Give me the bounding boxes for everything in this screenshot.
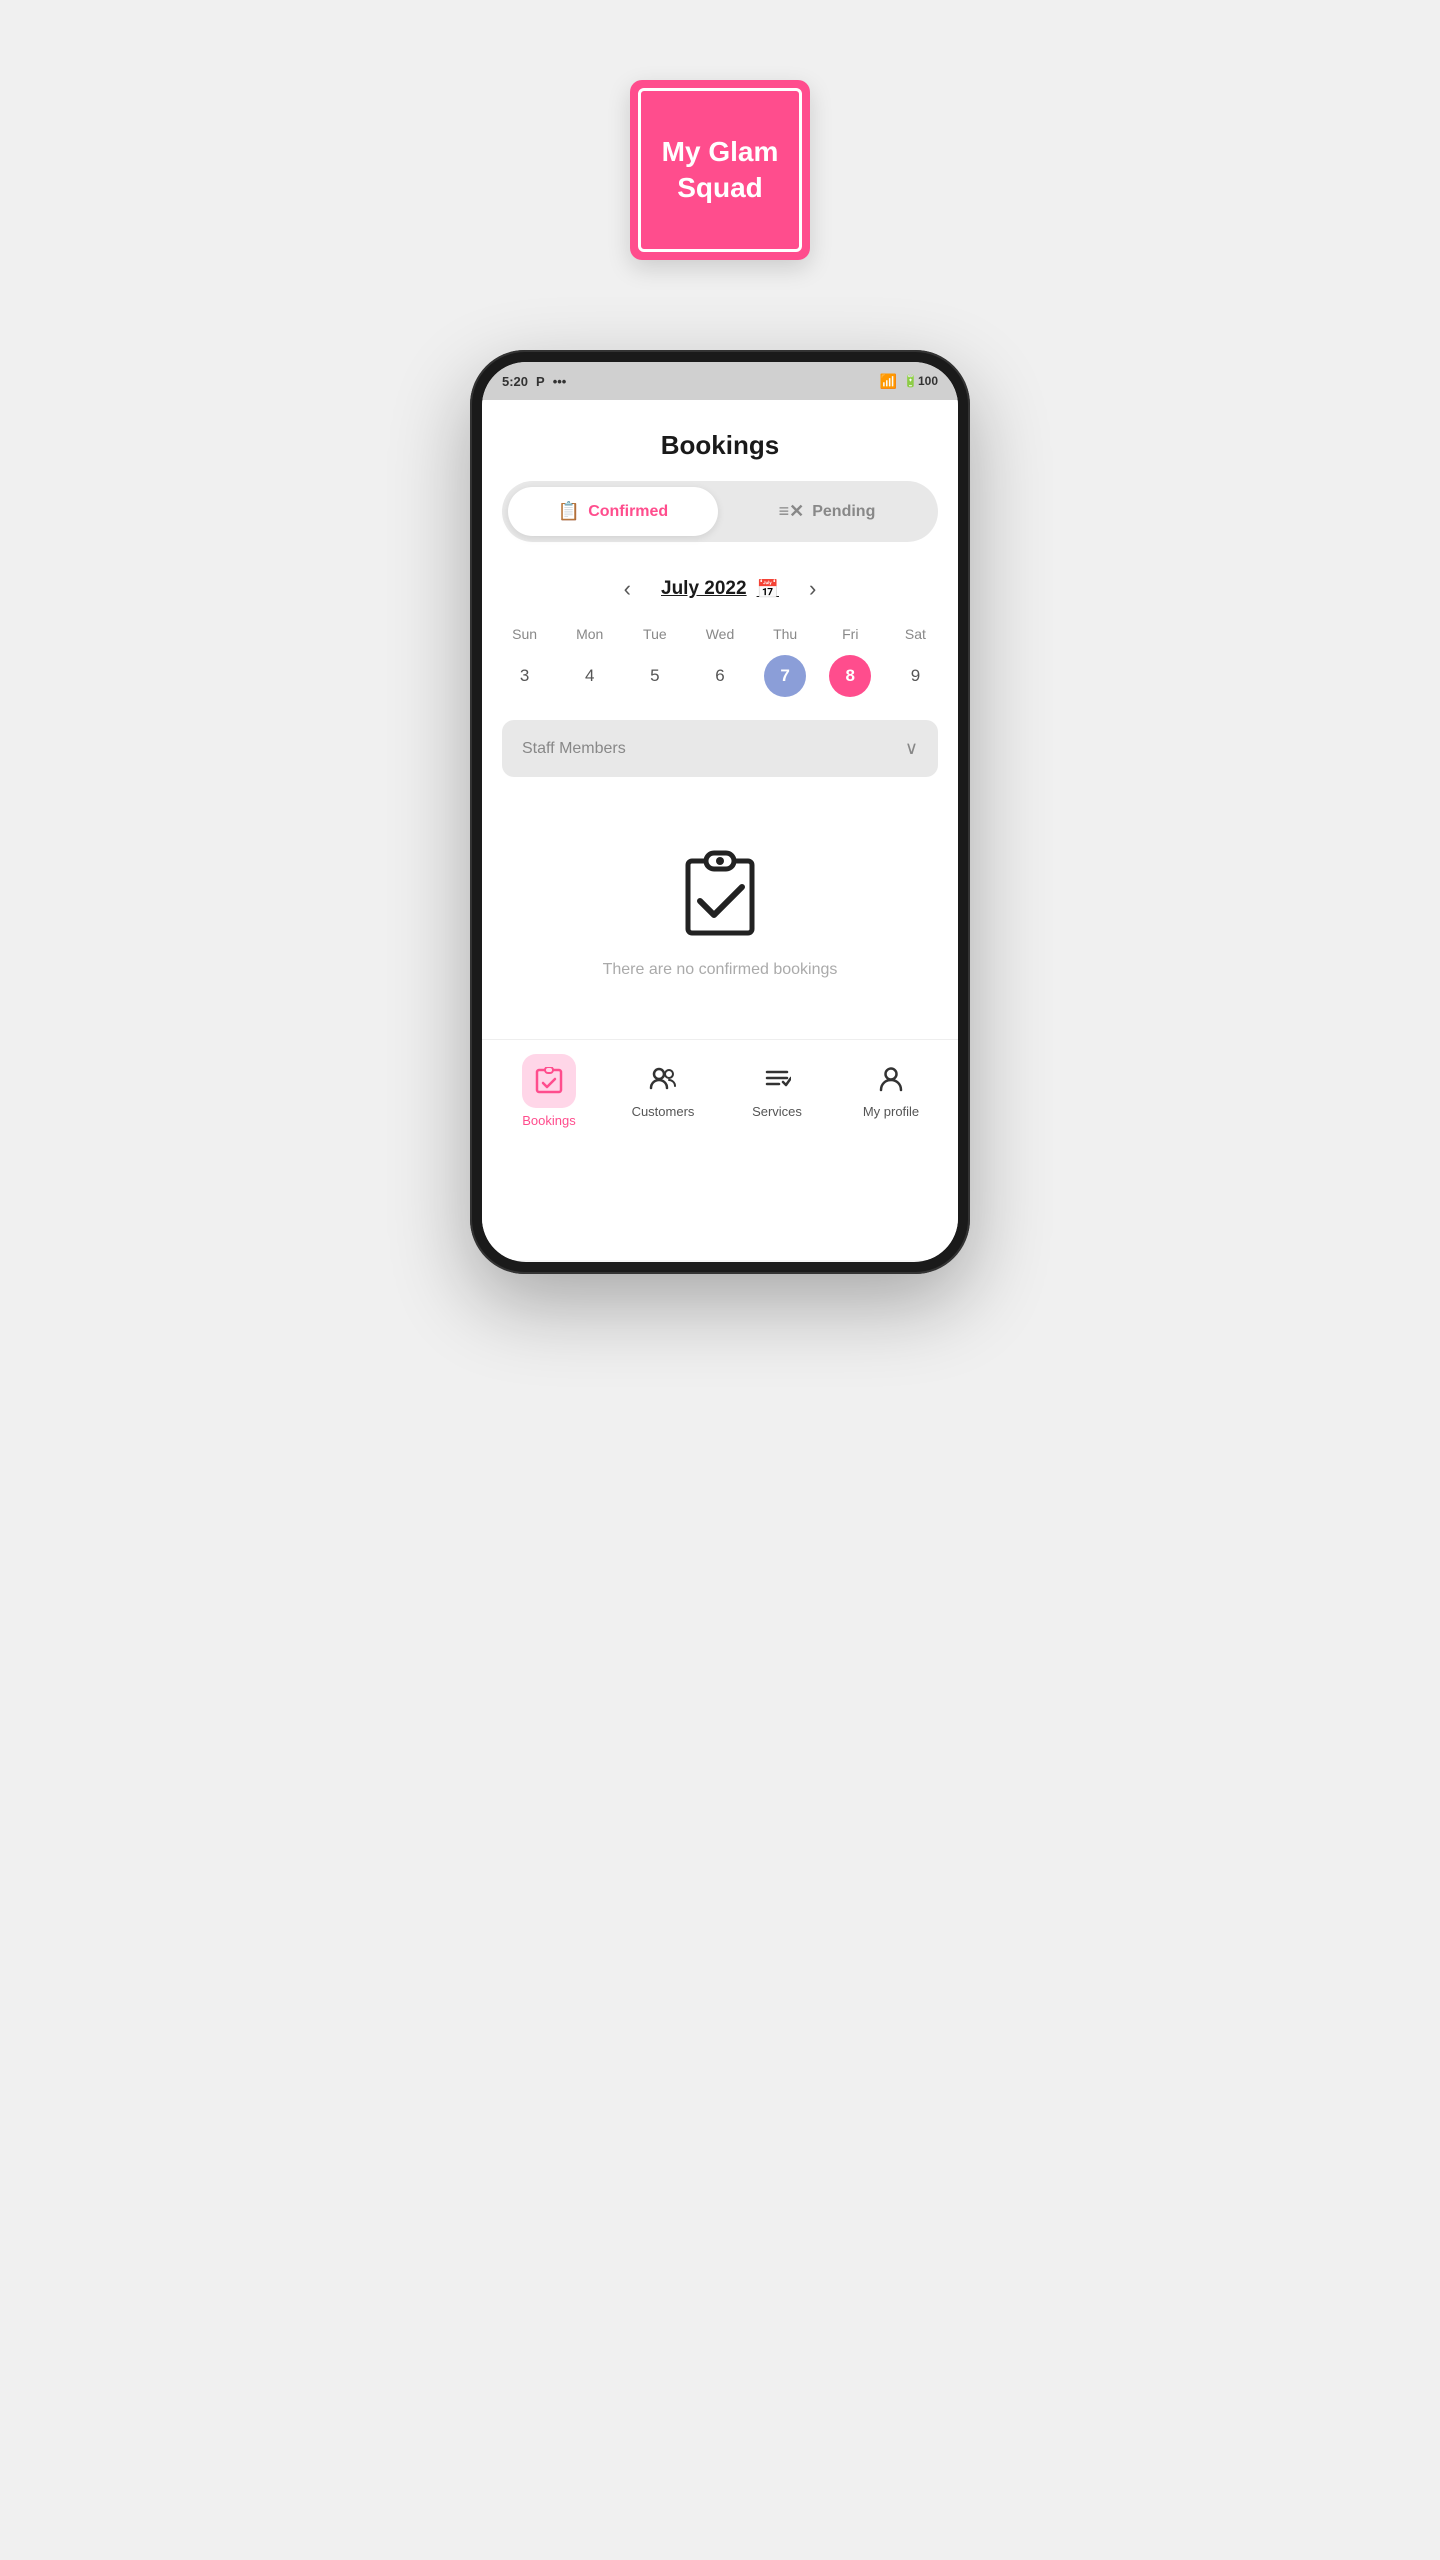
time: 5:20: [502, 374, 528, 389]
phone-screen: 5:20 P ••• 📶 🔋100 Bookings 📋 Confirmed ≡…: [482, 362, 958, 1262]
empty-state: There are no confirmed bookings: [482, 801, 958, 1039]
day-tue: Tue: [622, 622, 687, 646]
services-nav-icon: [763, 1064, 791, 1099]
day-fri: Fri: [818, 622, 883, 646]
battery-icon: 🔋100: [903, 374, 938, 388]
indicator: P: [536, 374, 545, 389]
bottom-nav: Bookings Customers: [482, 1039, 958, 1148]
phone-frame: 5:20 P ••• 📶 🔋100 Bookings 📋 Confirmed ≡…: [470, 350, 970, 1274]
date-6: 6: [699, 655, 741, 697]
services-nav-label: Services: [752, 1104, 802, 1119]
month-label: July 2022 📅: [661, 578, 779, 600]
status-left: 5:20 P •••: [502, 374, 566, 389]
nav-services[interactable]: Services: [737, 1064, 817, 1119]
status-right: 📶 🔋100: [880, 373, 938, 390]
bookings-icon-svg: [535, 1067, 563, 1095]
date-5: 5: [634, 655, 676, 697]
page-title: Bookings: [482, 420, 958, 481]
date-3: 3: [504, 655, 546, 697]
day-sat: Sat: [883, 622, 948, 646]
nav-my-profile[interactable]: My profile: [851, 1064, 931, 1119]
tab-confirmed[interactable]: 📋 Confirmed: [508, 487, 718, 536]
empty-text: There are no confirmed bookings: [603, 961, 838, 979]
my-profile-nav-icon: [877, 1064, 905, 1099]
clipboard-check-icon: [670, 841, 770, 941]
prev-month-button[interactable]: ‹: [614, 572, 641, 606]
date-8: 8: [829, 655, 871, 697]
wifi-icon: 📶: [880, 373, 897, 390]
day-wed: Wed: [687, 622, 752, 646]
date-7: 7: [764, 655, 806, 697]
staff-dropdown[interactable]: Staff Members ∨: [502, 720, 938, 777]
date-cell-9[interactable]: 9: [883, 652, 948, 700]
tab-switcher: 📋 Confirmed ≡✕ Pending: [502, 481, 938, 542]
next-month-button[interactable]: ›: [799, 572, 826, 606]
customers-nav-label: Customers: [632, 1104, 695, 1119]
calendar-header: Sun Mon Tue Wed Thu Fri Sat: [482, 622, 958, 646]
staff-label: Staff Members: [522, 740, 626, 758]
day-thu: Thu: [753, 622, 818, 646]
app-logo: My GlamSquad: [630, 80, 810, 260]
pending-tab-icon: ≡✕: [779, 501, 805, 522]
my-profile-nav-label: My profile: [863, 1104, 919, 1119]
customers-nav-icon: [649, 1064, 677, 1099]
date-cell-3[interactable]: 3: [492, 652, 557, 700]
calendar-icon: 📅: [757, 579, 779, 600]
bookings-nav-label: Bookings: [522, 1113, 575, 1128]
day-mon: Mon: [557, 622, 622, 646]
date-cell-8[interactable]: 8: [818, 652, 883, 700]
bookings-nav-icon: [522, 1054, 576, 1108]
dots: •••: [553, 374, 567, 389]
day-sun: Sun: [492, 622, 557, 646]
status-bar: 5:20 P ••• 📶 🔋100: [482, 362, 958, 400]
nav-bookings[interactable]: Bookings: [509, 1054, 589, 1128]
nav-customers[interactable]: Customers: [623, 1064, 703, 1119]
date-cell-5[interactable]: 5: [622, 652, 687, 700]
pending-tab-label: Pending: [812, 503, 875, 521]
screen-content: Bookings 📋 Confirmed ≡✕ Pending ‹ July 2…: [482, 400, 958, 1260]
date-cell-4[interactable]: 4: [557, 652, 622, 700]
chevron-down-icon: ∨: [905, 738, 918, 759]
month-nav: ‹ July 2022 📅 ›: [482, 562, 958, 622]
date-cell-7[interactable]: 7: [753, 652, 818, 700]
date-cell-6[interactable]: 6: [687, 652, 752, 700]
calendar-dates: 3 4 5 6 7 8 9: [482, 652, 958, 700]
logo-text: My GlamSquad: [662, 134, 779, 207]
date-9: 9: [894, 655, 936, 697]
date-4: 4: [569, 655, 611, 697]
confirmed-tab-label: Confirmed: [588, 503, 668, 521]
tab-pending[interactable]: ≡✕ Pending: [722, 487, 932, 536]
confirmed-tab-icon: 📋: [558, 501, 580, 522]
